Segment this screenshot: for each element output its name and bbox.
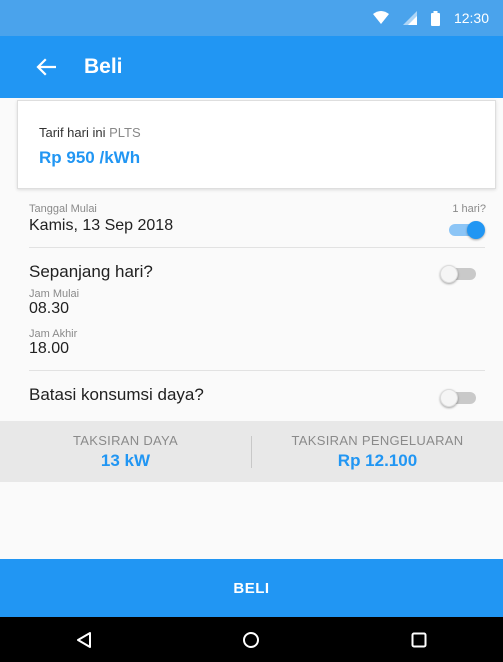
tariff-source: PLTS bbox=[109, 125, 141, 140]
limit-power-toggle[interactable] bbox=[440, 386, 478, 408]
status-bar: 12:30 bbox=[0, 0, 503, 36]
divider bbox=[29, 370, 485, 371]
page-title: Beli bbox=[84, 55, 123, 78]
tariff-card: Tarif hari ini PLTS Rp 950 /kWh bbox=[17, 100, 496, 189]
all-day-toggle[interactable] bbox=[440, 262, 478, 284]
estimate-summary: TAKSIRAN DAYA 13 kW TAKSIRAN PENGELUARAN… bbox=[0, 421, 503, 482]
estimate-power: TAKSIRAN DAYA 13 kW bbox=[0, 433, 251, 471]
circle-home-icon bbox=[243, 631, 260, 648]
end-time-value[interactable]: 18.00 bbox=[29, 340, 485, 358]
system-nav-bar bbox=[0, 617, 503, 662]
back-button[interactable] bbox=[22, 43, 70, 91]
arrow-left-icon bbox=[36, 58, 56, 76]
end-time-field[interactable]: Jam Akhir 18.00 bbox=[29, 328, 485, 358]
app-bar: Beli bbox=[0, 36, 503, 98]
start-date-label: Tanggal Mulai bbox=[29, 203, 97, 215]
estimate-cost-label: TAKSIRAN PENGELUARAN bbox=[291, 432, 464, 448]
estimate-cost: TAKSIRAN PENGELUARAN Rp 12.100 bbox=[252, 433, 503, 471]
end-time-label: Jam Akhir bbox=[29, 328, 78, 340]
start-time-field[interactable]: Jam Mulai 08.30 bbox=[29, 288, 485, 318]
divider bbox=[29, 247, 485, 248]
wifi-icon bbox=[372, 11, 389, 25]
buy-button[interactable]: BELI bbox=[0, 559, 503, 617]
nav-recent-button[interactable] bbox=[389, 617, 449, 662]
estimate-cost-value: Rp 12.100 bbox=[337, 450, 418, 470]
status-time: 12:30 bbox=[453, 10, 489, 26]
tariff-price: Rp 950 /kWh bbox=[39, 148, 141, 167]
estimate-power-label: TAKSIRAN DAYA bbox=[72, 432, 179, 448]
start-time-label: Jam Mulai bbox=[29, 288, 80, 300]
tariff-label: Tarif hari ini bbox=[39, 125, 106, 140]
nav-home-button[interactable] bbox=[221, 617, 281, 662]
start-time-value[interactable]: 08.30 bbox=[29, 300, 485, 318]
start-date-value[interactable]: Kamis, 13 Sep 2018 bbox=[29, 217, 485, 235]
nav-back-button[interactable] bbox=[54, 617, 114, 662]
limit-power-label: Batasi konsumsi daya? bbox=[29, 385, 204, 404]
battery-icon bbox=[430, 10, 440, 26]
signal-icon bbox=[402, 11, 417, 25]
start-date-row[interactable]: Tanggal Mulai Kamis, 13 Sep 2018 bbox=[29, 203, 485, 235]
tariff-label-line: Tarif hari ini PLTS bbox=[39, 125, 495, 140]
triangle-back-icon bbox=[76, 631, 91, 648]
all-day-label: Sepanjang hari? bbox=[29, 262, 153, 281]
one-day-toggle[interactable] bbox=[447, 218, 485, 240]
square-recent-icon bbox=[411, 632, 427, 647]
estimate-power-value: 13 kW bbox=[100, 450, 151, 470]
one-day-label: 1 hari? bbox=[452, 203, 486, 215]
